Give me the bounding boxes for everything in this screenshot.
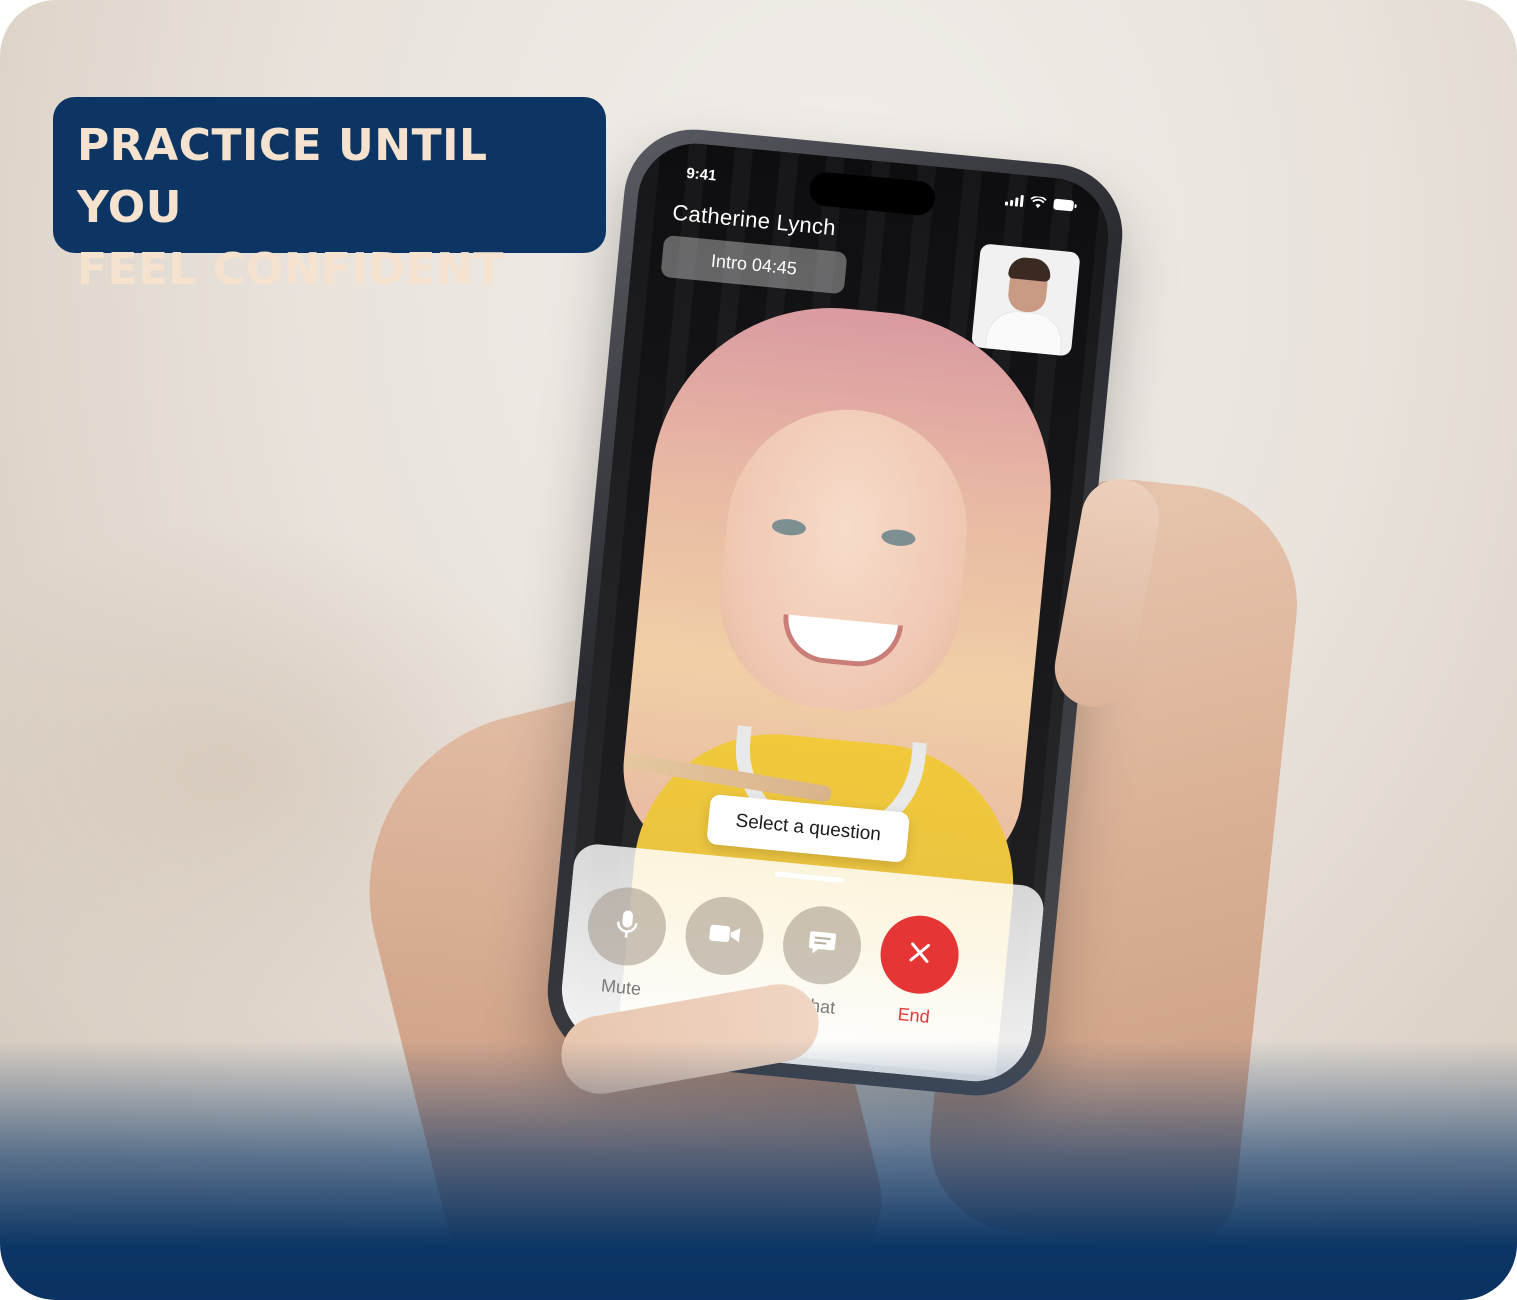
self-view-hair (1007, 256, 1052, 283)
promo-card: PRACTICE UNTIL YOU FEEL CONFIDENT 9:41 C… (0, 0, 1517, 1300)
status-time: 9:41 (685, 164, 718, 185)
self-view-thumbnail[interactable] (971, 243, 1081, 357)
headline-badge: PRACTICE UNTIL YOU FEEL CONFIDENT (53, 97, 606, 295)
mute-control[interactable]: Mute (581, 883, 670, 1002)
video-call-screen: 9:41 Catherine Lynch Intro 04:45 Select … (556, 138, 1114, 1087)
chat-button[interactable] (779, 902, 865, 988)
close-icon (907, 940, 931, 969)
end-call-control[interactable]: End (874, 912, 963, 1030)
mute-button[interactable] (584, 883, 670, 970)
battery-icon (1053, 198, 1078, 212)
bottom-gradient (0, 1040, 1517, 1300)
video-control[interactable] (681, 893, 768, 990)
self-view-body (984, 308, 1065, 357)
wifi-icon (1030, 195, 1047, 209)
video-camera-icon (707, 922, 741, 950)
sheet-grabber[interactable] (774, 871, 845, 884)
signal-icon (1004, 193, 1024, 208)
video-button[interactable] (681, 893, 768, 979)
chat-bubble-icon (807, 929, 838, 963)
headline-line-2: FEEL CONFIDENT (77, 244, 504, 295)
mic-icon (614, 908, 639, 945)
phone: 9:41 Catherine Lynch Intro 04:45 Select … (541, 123, 1129, 1102)
end-label: End (896, 1003, 931, 1027)
mute-label: Mute (600, 975, 642, 1000)
headline-line-1: PRACTICE UNTIL YOU (77, 120, 488, 233)
end-call-button[interactable] (877, 912, 963, 998)
